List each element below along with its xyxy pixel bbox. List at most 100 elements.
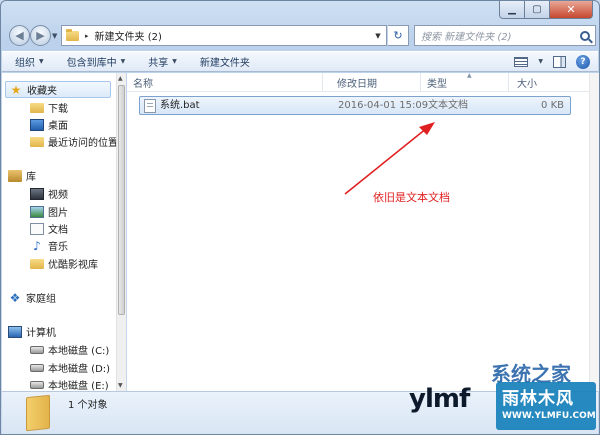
column-header-label: 名称 [133, 79, 153, 90]
column-header-type[interactable]: 类型 [421, 73, 509, 92]
column-header-label: 大小 [517, 79, 537, 90]
youku-library-icon [30, 258, 44, 269]
address-dropdown-icon[interactable]: ▼ [370, 32, 386, 40]
column-header-date[interactable]: 修改日期 [331, 73, 421, 92]
sidebar-item-desktop[interactable]: 桌面 [30, 116, 68, 133]
sidebar-item-label: 优酷影视库 [48, 260, 98, 271]
chevron-down-icon: ▼ [120, 58, 126, 65]
hard-disk-icon [30, 380, 44, 389]
search-placeholder: 搜索 新建文件夹 (2) [421, 32, 512, 43]
back-button[interactable]: ◀ [9, 25, 30, 46]
sidebar-item-computer[interactable]: 计算机 [8, 323, 56, 340]
breadcrumb-separator-icon[interactable]: ▸ [85, 32, 89, 40]
file-row[interactable]: 系统.bat 2016-04-01 15:09 文本文档 0 KB [139, 96, 571, 115]
library-icon [8, 169, 22, 182]
maximize-button[interactable]: ▢ [525, 1, 550, 19]
preview-pane-icon[interactable] [553, 55, 566, 68]
sidebar-item-pictures[interactable]: 图片 [30, 203, 68, 220]
share-label: 共享 [148, 58, 169, 69]
file-list-scrollbar[interactable] [589, 73, 599, 391]
navigation-pane: ★ 收藏夹 下载 桌面 最近访问的位置 库 视频 图片 文档 ♪ 音乐 优酷影视库 … [2, 73, 126, 392]
column-header-label: 修改日期 [337, 79, 377, 90]
forward-arrow-icon: ▶ [36, 29, 45, 42]
search-icon[interactable] [580, 30, 590, 41]
watermark-url: WWW.YLMFU.COM [502, 411, 596, 421]
sidebar-item-videos[interactable]: 视频 [30, 185, 68, 202]
file-list: 名称 修改日期 类型 ▲ 大小 系统.bat 2016-04-01 15:09 … [127, 72, 589, 391]
sidebar-item-label: 收藏夹 [27, 86, 57, 97]
downloads-folder-icon [30, 102, 44, 113]
share-button[interactable]: 共享 ▼ [135, 54, 187, 69]
column-header-row: 名称 修改日期 类型 ▲ 大小 [127, 72, 589, 92]
scrollbar-thumb[interactable] [118, 85, 125, 315]
videos-icon [30, 187, 44, 200]
sidebar-item-label: 库 [26, 172, 36, 183]
recent-pages-dropdown-icon[interactable]: ▼ [52, 32, 57, 40]
watermark-logo-text: 雨林木风 [502, 389, 574, 409]
caption-buttons: ▁ ▢ ✕ [499, 1, 593, 19]
sidebar-item-label: 桌面 [48, 121, 68, 132]
computer-icon [8, 325, 22, 338]
hard-disk-icon [30, 363, 44, 372]
sidebar-item-label: 本地磁盘 (C:) [48, 346, 110, 357]
search-input[interactable]: 搜索 新建文件夹 (2) [414, 25, 596, 46]
file-name: 系统.bat [160, 100, 200, 111]
column-header-size[interactable]: 大小 [511, 73, 571, 92]
minimize-button[interactable]: ▁ [499, 1, 525, 19]
sidebar-item-youku[interactable]: 优酷影视库 [30, 255, 98, 272]
sidebar-item-documents[interactable]: 文档 [30, 220, 68, 237]
scroll-up-icon[interactable]: ▲ [118, 75, 123, 82]
organize-button[interactable]: 组织 ▼ [2, 54, 54, 69]
close-button[interactable]: ✕ [550, 1, 593, 19]
sidebar-item-downloads[interactable]: 下载 [30, 99, 68, 116]
sidebar-item-label: 本地磁盘 (D:) [48, 364, 111, 375]
sidebar-item-favorites[interactable]: ★ 收藏夹 [5, 81, 111, 98]
sidebar-item-label: 下载 [48, 104, 68, 115]
column-header-name[interactable]: 名称 [127, 73, 323, 92]
navigation-scrollbar[interactable]: ▲ ▼ [116, 73, 126, 391]
back-arrow-icon: ◀ [15, 29, 24, 42]
navigation-row: ◀ ▶ ▼ ▸ 新建文件夹 (2) ▼ ↻ 搜索 新建文件夹 (2) [1, 25, 599, 47]
help-icon[interactable]: ? [576, 54, 590, 69]
sidebar-item-libraries[interactable]: 库 [8, 167, 36, 184]
refresh-button[interactable]: ↻ [388, 25, 409, 46]
new-folder-button[interactable]: 新建文件夹 [187, 54, 260, 69]
refresh-icon: ↻ [393, 29, 403, 42]
sidebar-item-disk-d[interactable]: 本地磁盘 (D:) [30, 359, 110, 376]
address-bar[interactable]: ▸ 新建文件夹 (2) ▼ [61, 25, 387, 46]
folder-icon [26, 394, 50, 432]
watermark: 系统之家 ylmf 雨林木风 WWW.YLMFU.COM [409, 356, 599, 434]
sidebar-item-label: 文档 [48, 225, 68, 236]
sidebar-item-recent-places[interactable]: 最近访问的位置 [30, 133, 118, 150]
desktop-icon [30, 118, 44, 131]
item-count: 1 个对象 [68, 400, 108, 411]
new-folder-label: 新建文件夹 [199, 58, 250, 69]
sidebar-item-label: 音乐 [48, 242, 68, 253]
sidebar-item-disk-c[interactable]: 本地磁盘 (C:) [30, 341, 109, 358]
chevron-down-icon: ▼ [39, 58, 44, 65]
explorer-window: ▁ ▢ ✕ ◀ ▶ ▼ ▸ 新建文件夹 (2) ▼ ↻ 搜索 新建文件夹 (2)… [0, 0, 600, 435]
music-note-icon: ♪ [33, 238, 41, 253]
recent-places-icon [30, 136, 44, 147]
include-in-library-button[interactable]: 包含到库中 ▼ [54, 54, 136, 69]
documents-icon [30, 222, 44, 235]
include-library-label: 包含到库中 [66, 58, 117, 69]
file-date: 2016-04-01 15:09 [338, 100, 429, 111]
column-header-label: 类型 [427, 79, 447, 90]
chevron-down-icon: ▼ [172, 58, 177, 65]
file-type: 文本文档 [428, 100, 468, 111]
sidebar-item-music[interactable]: ♪ 音乐 [30, 237, 68, 254]
star-icon: ★ [10, 82, 22, 97]
annotation-text: 依旧是文本文档 [373, 191, 450, 204]
folder-icon [66, 28, 79, 41]
view-dropdown-icon[interactable]: ▼ [538, 58, 543, 65]
text-file-icon [144, 99, 156, 113]
scroll-down-icon[interactable]: ▼ [118, 382, 123, 389]
watermark-site: ylmf [409, 384, 470, 414]
change-view-icon[interactable] [514, 56, 529, 67]
sidebar-item-homegroup[interactable]: ❖ 家庭组 [8, 289, 56, 306]
forward-button[interactable]: ▶ [30, 25, 51, 46]
sidebar-item-label: 家庭组 [26, 294, 56, 305]
breadcrumb-current-folder[interactable]: 新建文件夹 (2) [95, 28, 162, 43]
file-size: 0 KB [541, 100, 564, 111]
